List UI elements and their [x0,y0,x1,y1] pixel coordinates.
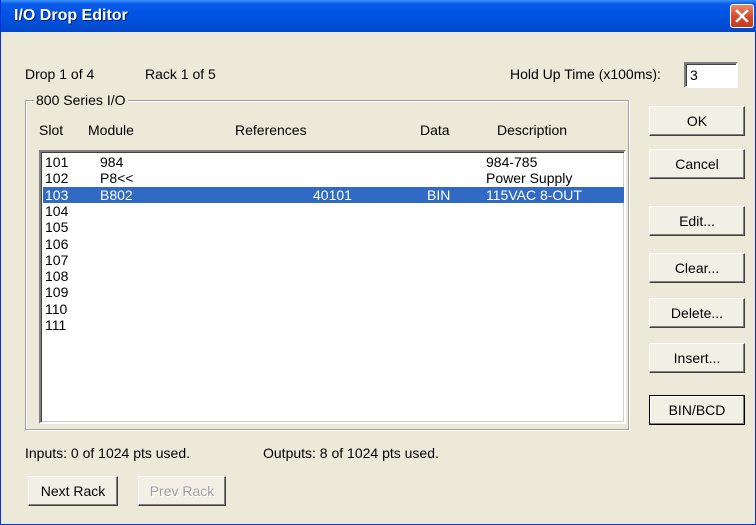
cancel-button[interactable]: Cancel [649,149,745,179]
group-title: 800 Series I/O [34,92,128,108]
insert-button[interactable]: Insert... [649,343,745,373]
delete-button[interactable]: Delete... [649,298,745,328]
table-row[interactable]: 108 [43,268,624,284]
cell-slot: 105 [45,219,69,236]
cell-description: Power Supply [486,170,573,187]
column-header-module: Module [88,122,134,138]
cell-module: B802 [100,186,133,203]
close-button[interactable] [730,4,754,28]
cell-slot: 106 [45,235,69,252]
table-row[interactable]: 107 [43,252,624,268]
cell-slot: 109 [45,284,69,301]
cell-slot: 107 [45,251,69,268]
next-rack-button[interactable]: Next Rack [28,476,118,506]
cell-references: 40101 [313,186,352,203]
drop-indicator: Drop 1 of 4 [25,66,95,82]
title-bar[interactable]: I/O Drop Editor [1,0,756,32]
column-header-data: Data [420,122,450,138]
table-row[interactable]: 111 [43,317,624,333]
cell-slot: 110 [45,300,68,317]
io-drop-editor-window: I/O Drop Editor Drop 1 of 4 Rack 1 of 5 … [0,0,756,525]
edit-button[interactable]: Edit... [649,206,745,236]
table-row[interactable]: 109 [43,284,624,300]
cell-description: 984-785 [486,154,538,170]
clear-button[interactable]: Clear... [649,253,745,283]
table-row[interactable]: 106 [43,236,624,252]
column-header-slot: Slot [39,122,64,138]
cell-slot: 103 [45,186,69,203]
table-row[interactable]: 105 [43,219,624,235]
cell-slot: 102 [45,170,69,187]
cell-module: 984 [100,154,124,170]
close-icon [735,9,749,23]
cell-description: 115VAC 8-OUT [486,186,582,203]
outputs-usage: Outputs: 8 of 1024 pts used. [263,445,439,461]
cell-slot: 104 [45,202,69,219]
column-header-description: Description [497,122,568,138]
rack-indicator: Rack 1 of 5 [145,66,216,82]
table-row[interactable]: 103 B802 40101 BIN 115VAC 8-OUT [43,186,624,203]
hold-up-time-input[interactable] [684,62,738,88]
cell-slot: 101 [45,154,69,170]
prev-rack-button[interactable]: Prev Rack [138,476,226,506]
table-row[interactable]: 101 984 984-785 [43,154,624,170]
cell-data: BIN [427,186,451,203]
hold-up-time-label: Hold Up Time (x100ms): [510,66,661,82]
column-header-references: References [235,122,307,138]
cell-slot: 108 [45,268,69,285]
bin-bcd-button[interactable]: BIN/BCD [649,395,745,425]
cell-slot: 111 [45,317,67,333]
window-title: I/O Drop Editor [14,7,128,24]
table-row[interactable]: 110 [43,301,624,317]
table-row[interactable]: 102 P8<< Power Supply [43,170,624,186]
inputs-usage: Inputs: 0 of 1024 pts used. [25,445,191,461]
table-row[interactable]: 104 [43,203,624,219]
ok-button[interactable]: OK [649,106,745,136]
cell-module: P8<< [100,170,134,187]
slot-listbox[interactable]: 101 984 984-785 102 P8<< Power Supply 103 B802 4… [39,150,626,424]
